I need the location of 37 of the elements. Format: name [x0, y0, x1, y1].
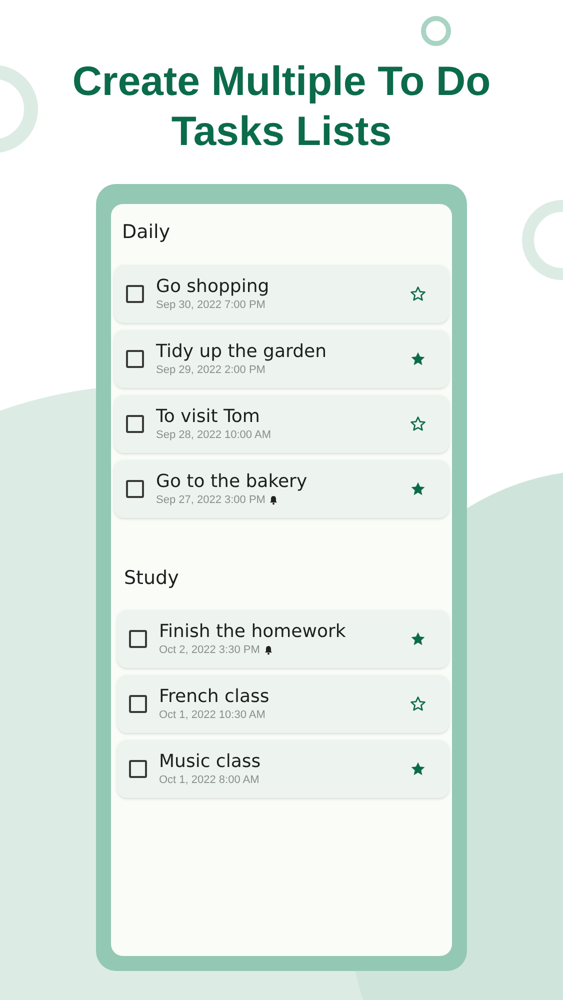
task-row[interactable]: Go shopping Sep 30, 2022 7:00 PM — [114, 264, 449, 322]
task-title: Tidy up the garden — [156, 340, 328, 362]
decoration-ring — [421, 16, 451, 46]
checkbox[interactable] — [129, 695, 147, 713]
filled-star-icon[interactable] — [409, 760, 427, 778]
star-outline-icon[interactable] — [409, 695, 427, 713]
headline: Create Multiple To Do Tasks Lists — [71, 57, 492, 156]
checkbox[interactable] — [126, 414, 144, 432]
star-outline-icon[interactable] — [409, 284, 427, 302]
checkbox[interactable] — [126, 284, 144, 302]
checkbox[interactable] — [126, 350, 144, 368]
task-date: Sep 29, 2022 2:00 PM — [156, 362, 266, 376]
task-row[interactable]: Finish the homework Oct 2, 2022 3:30 PM — [117, 610, 449, 668]
checkbox[interactable] — [129, 630, 147, 648]
list-title: Daily — [121, 220, 172, 245]
task-title: Finish the homework — [159, 621, 347, 643]
task-date: Oct 1, 2022 8:00 AM — [159, 773, 260, 787]
task-title: Go to the bakery — [156, 470, 308, 492]
task-date: Oct 1, 2022 10:30 AM — [159, 708, 266, 722]
task-row[interactable]: Tidy up the garden Sep 29, 2022 2:00 PM — [114, 330, 449, 388]
task-row[interactable]: To visit Tom Sep 28, 2022 10:00 AM — [114, 394, 449, 452]
checkbox[interactable] — [126, 480, 144, 498]
task-row[interactable]: Music class Oct 1, 2022 8:00 AM — [117, 740, 449, 798]
task-date: Sep 30, 2022 7:00 PM — [156, 298, 266, 312]
task-date: Sep 27, 2022 3:00 PM — [156, 492, 266, 506]
task-row[interactable]: French class Oct 1, 2022 10:30 AM — [117, 675, 449, 733]
checkbox[interactable] — [129, 760, 147, 778]
task-title: French class — [159, 686, 270, 708]
task-date: Sep 28, 2022 10:00 AM — [156, 428, 271, 442]
task-title: Music class — [159, 751, 262, 773]
list-title: Study — [123, 566, 180, 590]
task-title: To visit Tom — [156, 406, 261, 428]
filled-star-icon[interactable] — [409, 630, 427, 648]
task-date: Oct 2, 2022 3:30 PM — [159, 643, 260, 657]
star-outline-icon[interactable] — [409, 414, 427, 432]
task-row[interactable]: Go to the bakery Sep 27, 2022 3:00 PM — [114, 460, 449, 518]
task-title: Go shopping — [156, 276, 270, 298]
